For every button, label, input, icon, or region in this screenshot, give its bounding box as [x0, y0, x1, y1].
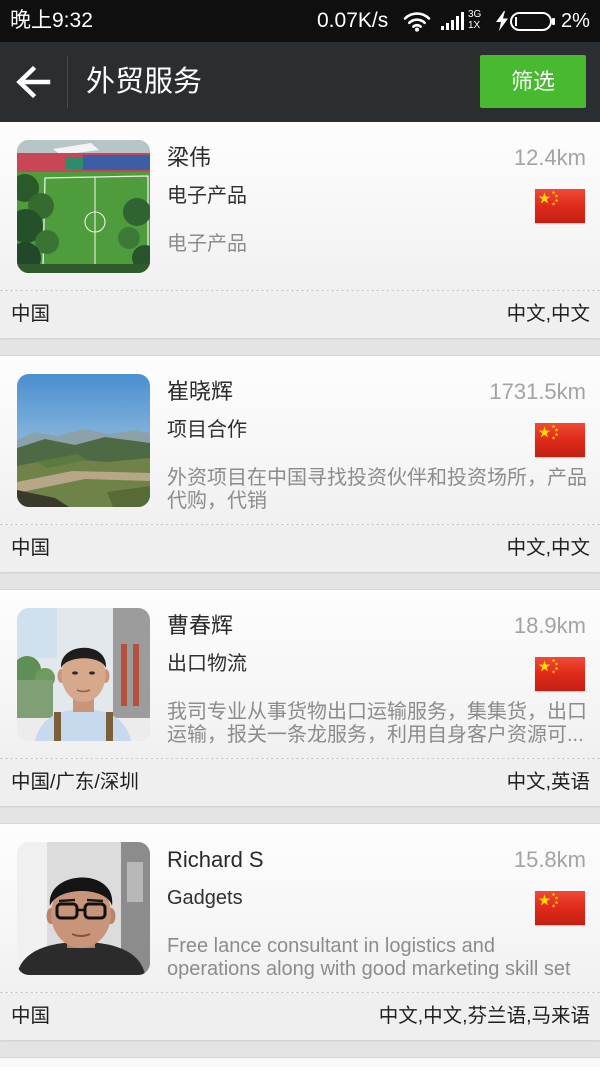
app-header: 外贸服务 筛选 — [0, 42, 600, 122]
battery-percentage: 2% — [561, 10, 590, 32]
location-label: 中国 — [11, 537, 51, 559]
back-arrow-icon[interactable] — [14, 64, 52, 100]
battery-icon — [510, 12, 556, 31]
china-flag-icon — [535, 657, 585, 691]
list-item-footer: 中国 中文,中文 — [0, 291, 600, 338]
china-flag-icon — [535, 423, 585, 457]
business-category: 出口物流 — [167, 653, 247, 675]
business-category: Gadgets — [167, 887, 243, 909]
list-item-footer: 中国/广东/深圳 中文,英语 — [0, 759, 600, 806]
languages-label: 中文,英语 — [506, 771, 590, 793]
list-item[interactable]: 崔晓辉 1731.5km 项目合作 外资项目在中国寻找投资伙伴和投资场所，产品代… — [0, 356, 600, 572]
languages-label: 中文,中文 — [506, 303, 590, 325]
status-bar: 晚上9:32 0.07K/s 3G 1X 2% — [0, 0, 600, 42]
list-item-footer: 中国 中文,中文 — [0, 525, 600, 572]
network-speed: 0.07K/s — [317, 9, 389, 32]
location-label: 中国/广东/深圳 — [11, 771, 139, 793]
network-type: 3G 1X — [468, 9, 488, 31]
contact-name: 梁伟 — [167, 145, 212, 170]
list-item-body: 崔晓辉 1731.5km 项目合作 外资项目在中国寻找投资伙伴和投资场所，产品代… — [0, 356, 600, 525]
location-label: 中国 — [11, 1005, 51, 1027]
description: 外资项目在中国寻找投资伙伴和投资场所，产品代购，代销 — [167, 467, 587, 512]
network-type-top: 3G — [468, 9, 482, 20]
avatar-photo — [17, 842, 150, 975]
business-category: 项目合作 — [167, 419, 247, 441]
distance-label: 18.9km — [513, 613, 586, 638]
list-item-footer: 中国 中文,中文,芬兰语,马来语 — [0, 993, 600, 1040]
list-item-partial[interactable] — [0, 1058, 600, 1067]
filter-button[interactable]: 筛选 — [480, 55, 586, 108]
description: 我司专业从事货物出口运输服务，集集货，出口运输，报关一条龙服务，利用自身客户资源… — [167, 701, 587, 746]
languages-label: 中文,中文,芬兰语,马来语 — [378, 1005, 590, 1027]
distance-label: 12.4km — [513, 145, 586, 170]
contact-name: Richard S — [167, 847, 264, 872]
network-type-bottom: 1X — [468, 20, 481, 31]
china-flag-icon — [535, 189, 585, 223]
header-divider — [67, 56, 68, 108]
description: Free lance consultant in logistics and o… — [167, 935, 571, 980]
contact-list: 梁伟 12.4km 电子产品 电子产品 中国 中文,中文 崔晓辉 1731.5k… — [0, 122, 600, 1067]
distance-label: 15.8km — [513, 847, 586, 872]
wifi-icon — [403, 10, 431, 32]
business-category: 电子产品 — [167, 185, 247, 207]
contact-name: 崔晓辉 — [167, 379, 234, 404]
list-item-body: 梁伟 12.4km 电子产品 电子产品 — [0, 122, 600, 291]
status-time: 晚上9:32 — [10, 9, 93, 32]
page-title: 外贸服务 — [86, 66, 203, 98]
signal-icon — [441, 12, 465, 30]
list-item-body: Richard S 15.8km Gadgets Free lance cons… — [0, 824, 600, 993]
avatar-photo — [17, 608, 150, 741]
location-label: 中国 — [11, 303, 51, 325]
list-item[interactable]: Richard S 15.8km Gadgets Free lance cons… — [0, 824, 600, 1040]
avatar-photo — [17, 374, 150, 507]
china-flag-icon — [535, 891, 585, 925]
distance-label: 1731.5km — [489, 379, 586, 404]
contact-name: 曹春辉 — [167, 613, 234, 638]
list-item[interactable]: 曹春辉 18.9km 出口物流 我司专业从事货物出口运输服务，集集货，出口运输，… — [0, 590, 600, 806]
description: 电子产品 — [167, 233, 247, 255]
app-screen: 晚上9:32 0.07K/s 3G 1X 2% 外贸服务 筛选 梁伟 12.4k… — [0, 0, 600, 1067]
bolt-icon — [496, 11, 508, 31]
list-item-body: 曹春辉 18.9km 出口物流 我司专业从事货物出口运输服务，集集货，出口运输，… — [0, 590, 600, 759]
list-item[interactable]: 梁伟 12.4km 电子产品 电子产品 中国 中文,中文 — [0, 122, 600, 338]
avatar-photo — [17, 140, 150, 273]
languages-label: 中文,中文 — [506, 537, 590, 559]
